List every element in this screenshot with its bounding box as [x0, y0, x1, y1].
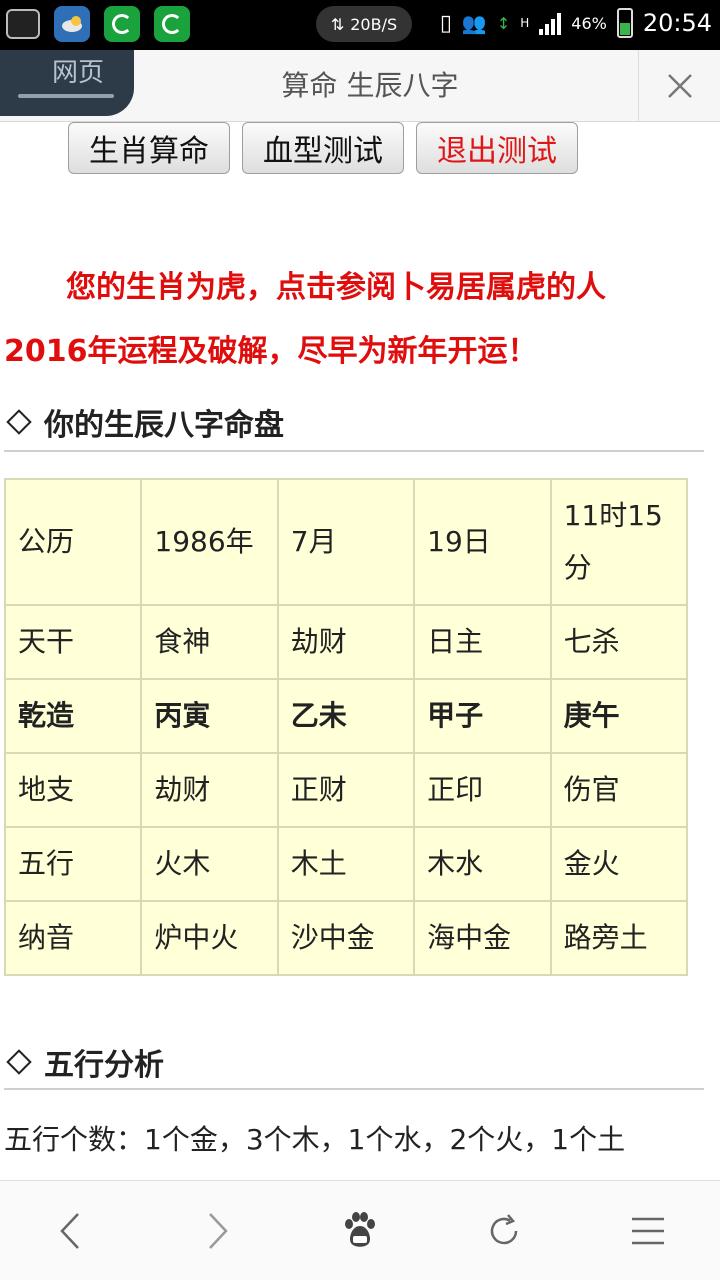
- blood-type-test-button[interactable]: 血型测试: [242, 122, 404, 174]
- bazi-cell: 正财: [276, 752, 416, 828]
- notice-line-1: 您的生肖为虎，点击参阅卜易居属虎的人: [66, 270, 606, 305]
- wuxing-section-title-text: 五行分析: [44, 1048, 164, 1083]
- bazi-row-five-elements: 五行 火木 木土 木水 金火: [3, 826, 689, 902]
- bazi-cell: 劫财: [140, 752, 279, 828]
- notification-icons: [6, 6, 190, 42]
- refresh-button[interactable]: [459, 1186, 549, 1276]
- bazi-cell: 11时15分: [549, 478, 689, 606]
- diamond-icon: [6, 1049, 32, 1075]
- chevron-left-icon: [60, 1212, 79, 1249]
- bazi-row-header: 五行: [3, 826, 143, 902]
- network-speed-value: 20B/S: [350, 14, 398, 34]
- system-status: ▯ 👥 ↕ H 46% 20:54: [440, 8, 712, 38]
- test-button-row: 生肖算命 血型测试 退出测试: [68, 122, 578, 174]
- zodiac-notice-link[interactable]: 您的生肖为虎，点击参阅卜易居属虎的人 2016年运程及破解，尽早为新年开运！: [4, 256, 704, 384]
- signal-icon: [539, 11, 562, 35]
- page-title: 算命 生辰八字: [281, 69, 459, 102]
- diamond-icon: [6, 409, 32, 435]
- bazi-cell: 火木: [140, 826, 279, 902]
- bazi-row-earthly-branch: 地支 劫财 正财 正印 伤官: [3, 752, 689, 828]
- bazi-cell: 海中金: [413, 900, 552, 976]
- bazi-row-gregorian: 公历 1986年 7月 19日 11时15分: [3, 478, 689, 606]
- chevron-right-icon: [209, 1212, 228, 1249]
- data-activity-icon: ↕: [496, 13, 511, 33]
- page-content: 生肖算命 血型测试 退出测试 您的生肖为虎，点击参阅卜易居属虎的人 2016年运…: [0, 122, 720, 1180]
- wuxing-count-text: 五行个数：1个金，3个木，1个水，2个火，1个土: [4, 1123, 626, 1156]
- bazi-row-header: 地支: [3, 752, 143, 828]
- bazi-row-header: 天干: [3, 604, 143, 680]
- bazi-cell: 七杀: [549, 604, 689, 680]
- notice-line-2: 2016年运程及破解，尽早为新年开运！: [4, 334, 538, 369]
- bazi-cell: 木土: [276, 826, 416, 902]
- bazi-cell: 庚午: [549, 678, 689, 754]
- bazi-cell: 19日: [413, 478, 552, 606]
- data-transfer-icon: ⇅: [330, 14, 345, 34]
- app-notification-icon: [104, 6, 140, 42]
- bazi-cell: 食神: [140, 604, 279, 680]
- bazi-row-qianzao: 乾造 丙寅 乙未 甲子 庚午: [3, 678, 689, 754]
- bazi-cell: 伤官: [549, 752, 689, 828]
- battery-percent: 46%: [571, 13, 607, 33]
- app-notification-icon-2: [154, 6, 190, 42]
- bazi-cell: 丙寅: [140, 678, 279, 754]
- bazi-cell: 劫财: [276, 604, 416, 680]
- refresh-icon: [490, 1213, 518, 1244]
- bazi-cell: 甲子: [413, 678, 552, 754]
- close-icon: [667, 74, 692, 98]
- battery-icon: [616, 8, 633, 38]
- screen: ⇅ 20B/S ▯ 👥 ↕ H 46% 20:54 网页 算命 生辰八字 生肖算…: [0, 0, 720, 1280]
- bazi-row-header: 公历: [3, 478, 143, 606]
- bazi-cell: 炉中火: [140, 900, 279, 976]
- section-divider: [4, 450, 704, 452]
- bazi-cell: 乙未: [276, 678, 416, 754]
- bazi-cell: 正印: [413, 752, 552, 828]
- bazi-section-title: 你的生辰八字命盘: [6, 400, 284, 444]
- bazi-cell: 金火: [549, 826, 689, 902]
- status-bar: ⇅ 20B/S ▯ 👥 ↕ H 46% 20:54: [0, 0, 720, 50]
- bazi-row-header: 乾造: [3, 678, 143, 754]
- forward-button[interactable]: [171, 1186, 261, 1276]
- bazi-row-nayin: 纳音 炉中火 沙中金 海中金 路旁土: [3, 900, 689, 976]
- network-speed: ⇅ 20B/S: [316, 6, 412, 42]
- exit-test-button[interactable]: 退出测试: [416, 122, 578, 174]
- web-tab-label: 网页: [52, 58, 105, 88]
- bazi-cell: 日主: [413, 604, 552, 680]
- baidu-home-button[interactable]: [315, 1186, 405, 1276]
- web-tab-button[interactable]: 网页: [0, 50, 134, 116]
- network-type: H: [520, 16, 530, 30]
- bazi-cell: 1986年: [140, 478, 279, 606]
- screenshot-icon: [6, 9, 40, 39]
- browser-toolbar: 网页 算命 生辰八字: [0, 50, 720, 122]
- zodiac-fortune-button[interactable]: 生肖算命: [68, 122, 230, 174]
- bazi-cell: 木水: [413, 826, 552, 902]
- hamburger-menu-icon: [632, 1217, 664, 1244]
- back-button[interactable]: [27, 1186, 117, 1276]
- wuxing-section-title: 五行分析: [6, 1040, 164, 1084]
- bazi-cell: 7月: [276, 478, 416, 606]
- close-button[interactable]: [638, 50, 720, 122]
- clock: 20:54: [642, 9, 712, 37]
- baidu-paw-icon: [345, 1211, 375, 1247]
- contacts-icon: 👥: [461, 11, 487, 35]
- bazi-row-header: 纳音: [3, 900, 143, 976]
- weather-icon: [54, 6, 90, 42]
- bazi-section-title-text: 你的生辰八字命盘: [44, 408, 284, 443]
- bazi-cell: 沙中金: [276, 900, 416, 976]
- menu-button[interactable]: [603, 1186, 693, 1276]
- vibrate-icon: ▯: [439, 10, 452, 36]
- bazi-row-heavenly-stem: 天干 食神 劫财 日主 七杀: [3, 604, 689, 680]
- bazi-cell: 路旁土: [549, 900, 689, 976]
- tab-indicator: [18, 94, 114, 98]
- bazi-chart-table: 公历 1986年 7月 19日 11时15分 天干 食神 劫财 日主 七杀 乾造 丙寅 乙未 甲子 庚午 地支…: [3, 478, 689, 976]
- browser-bottom-bar: [0, 1180, 720, 1280]
- section-divider: [4, 1088, 704, 1090]
